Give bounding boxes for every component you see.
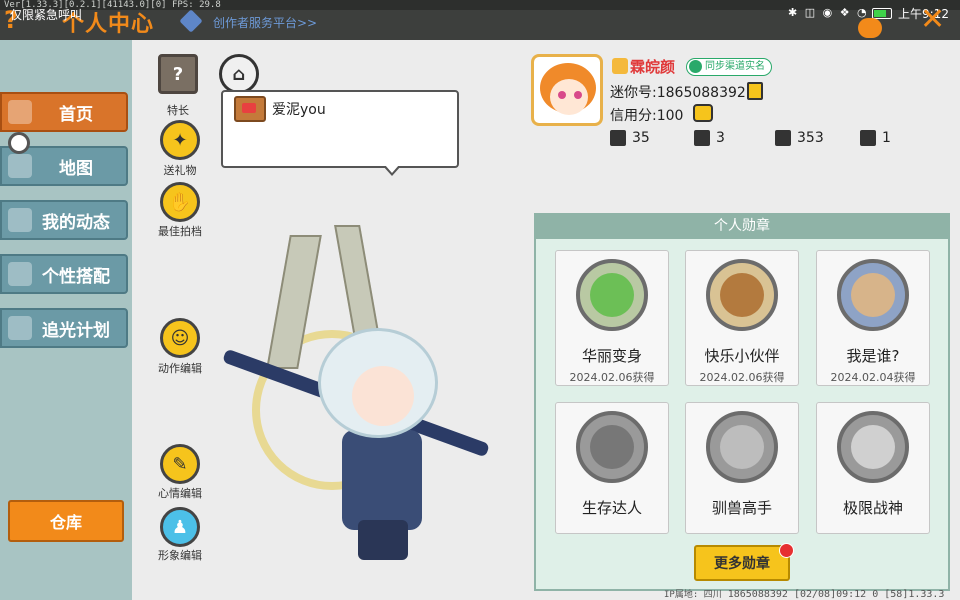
sidebar-item-outfit[interactable]: 个性搭配 — [0, 254, 128, 294]
copy-icon[interactable] — [747, 82, 763, 100]
medal-card[interactable]: 驯兽高手 — [685, 402, 799, 534]
sidebar-item-light-plan[interactable]: 追光计划 — [0, 308, 128, 348]
footer-info: IP属地: 四川 1865088392 [02/08]09:12 0 [58]1… — [664, 589, 945, 600]
action-edit-label: 动作编辑 — [158, 362, 202, 375]
bubble-tail-fill — [385, 165, 399, 173]
fire-icon — [775, 130, 791, 146]
sidebar-item-my-feed[interactable]: 我的动态 — [0, 200, 128, 240]
mini-id: 迷你号:1865088392 — [610, 85, 746, 101]
character-legs — [358, 520, 408, 560]
map-icon — [8, 154, 32, 178]
heart-icon — [860, 130, 876, 146]
flag-icon — [8, 316, 32, 340]
medal-card[interactable]: 华丽变身 2024.02.06获得 — [555, 250, 669, 386]
stat-popularity[interactable]: 353 — [775, 130, 824, 146]
bubble-friend-name: 爱泥you — [272, 102, 326, 118]
warehouse-button[interactable]: 仓库 — [8, 500, 124, 542]
vip-crown-icon — [612, 58, 628, 74]
medal-card[interactable]: 极限战神 — [816, 402, 930, 534]
character-body — [342, 430, 422, 530]
stat-friends[interactable]: 35 — [610, 130, 650, 146]
add-friend-icon — [610, 130, 626, 146]
credit-score: 信用分:100 — [610, 108, 684, 124]
mood-edit-icon[interactable]: ✎ — [160, 444, 200, 484]
mood-edit-label: 心情编辑 — [158, 487, 202, 500]
close-icon[interactable]: ✕ — [920, 2, 945, 37]
best-photo-label: 最佳拍档 — [158, 225, 202, 238]
character-face — [352, 366, 414, 426]
settings-icon[interactable] — [858, 18, 882, 38]
medal-card[interactable]: 我是谁? 2024.02.04获得 — [816, 250, 930, 386]
fans-icon — [694, 130, 710, 146]
bell-icon — [8, 208, 32, 232]
image-edit-icon[interactable]: ♟ — [160, 507, 200, 547]
credit-icon[interactable] — [693, 104, 713, 122]
shirt-icon — [8, 262, 32, 286]
emergency-call-label: 仅限紧急呼叫 — [10, 8, 83, 22]
more-medals-button[interactable]: 更多勋章 — [694, 545, 790, 581]
medal-card[interactable]: 快乐小伙伴 2024.02.06获得 — [685, 250, 799, 386]
stat-fans[interactable]: 3 — [694, 130, 725, 146]
creator-platform-link[interactable]: 创作者服务平台>> — [213, 14, 317, 31]
homeland-icon[interactable]: ⌂ — [219, 54, 259, 94]
sidebar-item-label: 地图 — [59, 158, 93, 179]
gift-label: 送礼物 — [163, 164, 197, 177]
handshake-icon[interactable]: ✋ — [160, 182, 200, 222]
stat-likes[interactable]: 1 — [860, 130, 891, 146]
sidebar-item-home[interactable]: 首页 — [0, 92, 128, 132]
person-check-icon — [689, 60, 702, 73]
specialty-icon[interactable]: ? — [158, 54, 198, 94]
gift-icon[interactable]: ✦ — [160, 120, 200, 160]
medal-card[interactable]: 生存达人 — [555, 402, 669, 534]
image-edit-label: 形象编辑 — [158, 549, 202, 562]
user-nickname: 霖皖颜 — [630, 58, 676, 76]
home-icon — [8, 100, 32, 124]
medal-panel-title: 个人勋章 — [534, 213, 950, 239]
envelope-icon — [234, 96, 266, 122]
action-edit-icon[interactable]: ☺ — [160, 318, 200, 358]
avatar[interactable] — [531, 54, 603, 126]
realname-badge: 同步渠道实名 — [686, 58, 772, 76]
specialty-label: 特长 — [167, 104, 189, 117]
sidebar-item-label: 首页 — [59, 104, 93, 125]
notification-dot — [779, 543, 794, 558]
battery-icon — [872, 8, 892, 19]
system-status-icons: ✱ ◫ ◉ ❖ ◔ — [788, 6, 869, 19]
floating-assist-button[interactable] — [8, 132, 30, 154]
